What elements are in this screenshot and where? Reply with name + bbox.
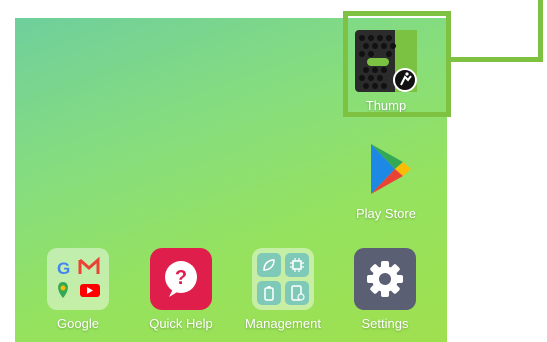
google-folder-icon: G [47,248,109,310]
app-play-store[interactable]: Play Store [341,138,431,221]
svg-text:?: ? [175,267,187,289]
app-settings[interactable]: Settings [340,248,430,331]
play-store-icon [355,138,417,200]
app-label: Settings [361,316,409,331]
device-icon [285,281,309,305]
highlight-callout-box [343,11,451,117]
app-label: Google [57,316,99,331]
svg-text:G: G [57,259,70,278]
management-folder-icon [252,248,314,310]
app-label: Play Store [356,206,416,221]
callout-connector-line [451,57,543,62]
app-quick-help[interactable]: ? Quick Help [136,248,226,331]
callout-connector-line [538,0,543,62]
app-label: Quick Help [149,316,213,331]
app-label: Management [245,316,321,331]
quick-help-icon: ? [150,248,212,310]
leaf-icon [257,253,281,277]
battery-icon [257,281,281,305]
app-google-folder[interactable]: G Google [33,248,123,331]
gear-icon [354,248,416,310]
app-management-folder[interactable]: Management [238,248,328,331]
chip-icon [285,253,309,277]
